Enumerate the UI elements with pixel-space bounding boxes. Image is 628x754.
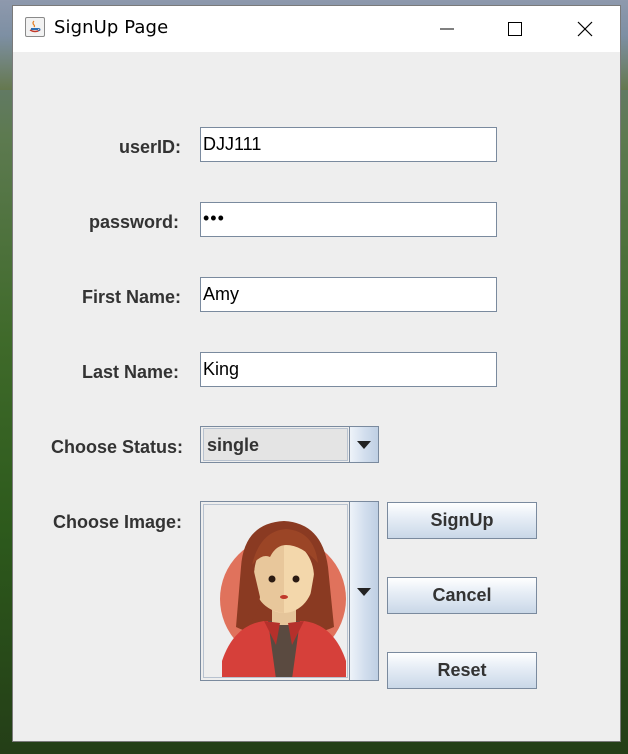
image-dropdown-button[interactable]	[349, 501, 379, 681]
status-dropdown-button[interactable]	[349, 426, 379, 463]
form-panel: userID: DJJ111 password: ••• First Name:…	[13, 52, 620, 741]
maximize-button[interactable]	[481, 6, 549, 52]
image-label: Choose Image:	[52, 512, 182, 532]
close-button[interactable]	[551, 6, 619, 52]
userid-field[interactable]: DJJ111	[200, 127, 497, 162]
first-name-label: First Name:	[81, 287, 181, 307]
chevron-down-icon	[357, 588, 371, 596]
title-bar[interactable]: SignUp Page	[13, 6, 620, 52]
image-combobox[interactable]	[200, 501, 379, 681]
chevron-down-icon	[357, 441, 371, 449]
cancel-button[interactable]: Cancel	[387, 577, 537, 614]
window-title: SignUp Page	[54, 17, 169, 38]
password-field[interactable]: •••	[200, 202, 497, 237]
signup-window: SignUp Page userID: DJJ111 password: •••…	[12, 5, 621, 742]
maximize-icon	[508, 22, 522, 36]
female-avatar-icon	[220, 521, 346, 677]
password-label: password:	[88, 212, 179, 232]
minimize-button[interactable]	[413, 6, 481, 52]
minimize-icon	[440, 28, 454, 30]
java-app-icon	[25, 17, 45, 37]
status-selected-value: single	[203, 428, 348, 461]
close-icon	[577, 21, 593, 37]
selected-avatar-image	[203, 504, 348, 678]
userid-label: userID:	[118, 137, 181, 157]
reset-button[interactable]: Reset	[387, 652, 537, 689]
status-label: Choose Status:	[50, 437, 183, 457]
last-name-label: Last Name:	[81, 362, 179, 382]
first-name-field[interactable]: Amy	[200, 277, 497, 312]
last-name-field[interactable]: King	[200, 352, 497, 387]
status-combobox[interactable]: single	[200, 426, 379, 463]
signup-button[interactable]: SignUp	[387, 502, 537, 539]
